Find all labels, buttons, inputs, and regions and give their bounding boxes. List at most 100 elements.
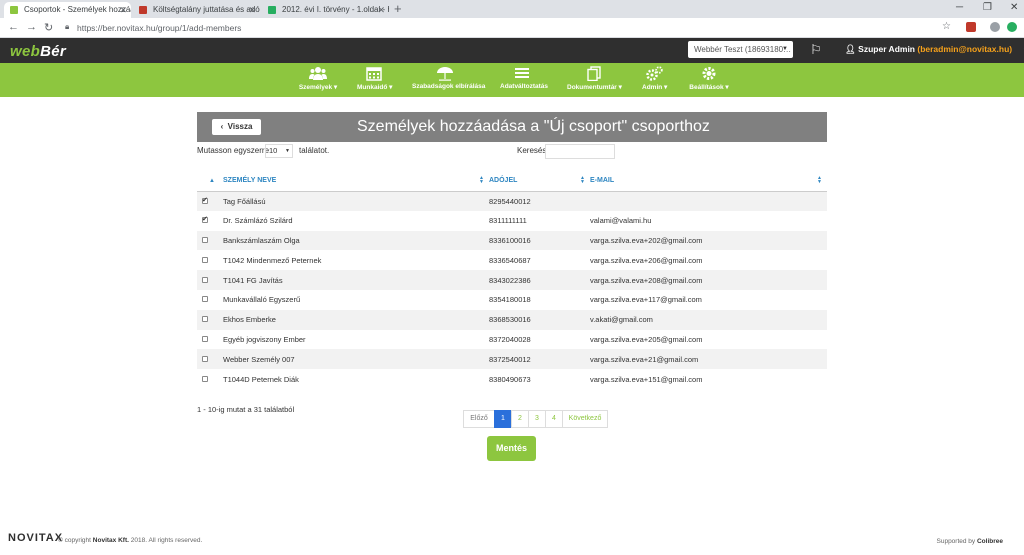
row-checkbox[interactable] xyxy=(202,276,208,283)
row-checkbox[interactable] xyxy=(202,375,208,382)
select-cell xyxy=(197,349,223,370)
column-header-tax[interactable]: ADÓJEL ▲ ▼ xyxy=(489,171,590,192)
extension-green-icon[interactable] xyxy=(1007,22,1017,32)
nav-item-dokumentumtár[interactable]: Dokumentumtár ▾ xyxy=(567,66,622,91)
row-checkbox[interactable] xyxy=(202,236,208,243)
umbrella-icon xyxy=(436,66,454,81)
select-column-header[interactable]: ▲ xyxy=(197,171,223,192)
sort-asc-icon: ▲ xyxy=(209,178,215,185)
cell-tax: 8311111111 xyxy=(489,216,527,226)
caret-down-icon: ▾ xyxy=(387,84,393,91)
forward-icon[interactable]: → xyxy=(26,21,37,33)
minimize-icon[interactable]: ─ xyxy=(956,2,963,13)
page-button[interactable]: 3 xyxy=(528,410,546,428)
nav-item-label: Szabadságok elbírálása xyxy=(412,83,485,90)
webber-logo[interactable]: webBér xyxy=(10,43,66,60)
user-email: (beradmin@novitax.hu) xyxy=(917,44,1013,54)
page-button[interactable]: 1 xyxy=(494,410,512,428)
search-input[interactable] xyxy=(545,144,615,159)
page-length-select[interactable]: 10 ▼ xyxy=(265,144,293,158)
save-button[interactable]: Mentés xyxy=(487,436,536,461)
close-tab-icon[interactable]: ✕ xyxy=(119,2,127,18)
nav-item-label: Adatváltoztatás xyxy=(500,83,548,90)
close-tab-icon[interactable]: ✕ xyxy=(377,2,385,18)
row-checkbox[interactable] xyxy=(202,335,208,342)
nav-item-adatváltoztatás[interactable]: Adatváltoztatás xyxy=(500,66,548,90)
table-row[interactable]: T1041 FG Javítás 8343022386 varga.szilva.e… xyxy=(197,270,827,290)
cell-name: T1041 FG Javítás xyxy=(223,270,489,290)
column-header-name[interactable]: SZEMÉLY NEVE ▲ ▼ xyxy=(223,171,489,192)
cell-email: varga.szilva.eva+117@gmail.com xyxy=(590,295,702,305)
table-row[interactable]: T1044D Peternek Diák 8380490673 varga.szil… xyxy=(197,369,827,389)
sort-icon: ▲ ▼ xyxy=(580,175,585,185)
browser-tab-title: 2012. évi I. törvény - 1.oldal - Ha xyxy=(282,5,389,14)
row-checkbox[interactable] xyxy=(202,316,208,323)
maximize-icon[interactable]: ❐ xyxy=(983,2,992,13)
cell-name: Munkavállaló Egyszerű xyxy=(223,295,301,305)
cell-email: varga.szilva.eva+202@gmail.com xyxy=(590,230,827,251)
footer-logo-text: NOVITAX xyxy=(8,532,64,544)
nav-item-szabadságok-elbírálása[interactable]: Szabadságok elbírálása xyxy=(412,66,485,90)
table-row[interactable]: Ekhos Emberke 8368530016 v.akati@gmail.com xyxy=(197,309,827,330)
row-checkbox[interactable] xyxy=(202,256,208,263)
browser-tab-title: Csoportok - Személyek hozzáadá xyxy=(24,5,131,14)
user-menu[interactable]: 👤︎ Szuper Admin (beradmin@novitax.hu) ▼ xyxy=(845,44,1024,55)
row-checkbox[interactable] xyxy=(202,355,208,362)
back-button[interactable]: ‹ Vissza xyxy=(212,119,261,135)
copyright-prefix: © copyright xyxy=(58,537,91,544)
nav-item-text: Szabadságok elbírálása xyxy=(412,83,486,90)
nav-item-text: Személyek xyxy=(298,84,333,91)
sort-icon: ▲ ▼ xyxy=(817,175,822,185)
table-row[interactable]: Munkavállaló Egyszerű 8354180018 varga.szi… xyxy=(197,290,827,310)
nav-item-személyek[interactable]: Személyek ▾ xyxy=(298,66,338,91)
company-select[interactable]: Webbér Teszt (18693180… ▼ xyxy=(688,41,793,58)
select-cell xyxy=(197,250,223,270)
table-row[interactable]: Bankszámlaszám Olga 8336100016 varga.szilv… xyxy=(197,230,827,251)
nav-item-munkaidő[interactable]: Munkaidő ▾ xyxy=(357,66,393,91)
cell-email: varga.szilva.eva+208@gmail.com xyxy=(590,270,827,290)
chevron-left-icon: ‹ xyxy=(220,122,228,131)
nav-item-beállítások[interactable]: Beállítások ▾ xyxy=(689,66,729,91)
select-cell xyxy=(197,211,223,231)
page-button[interactable]: 4 xyxy=(545,410,563,428)
documents-icon xyxy=(585,66,603,82)
profile-avatar-icon[interactable] xyxy=(990,22,1000,32)
close-tab-icon[interactable]: ✕ xyxy=(248,2,256,18)
table-row[interactable]: T1042 Mindenmező Peternek 8336540687 varga… xyxy=(197,250,827,270)
row-checkbox[interactable] xyxy=(202,296,208,303)
browser-tab[interactable]: Költségtalány juttatása és adóz ✕ xyxy=(133,2,260,18)
table-row[interactable]: Tag Főállású8295440012 xyxy=(197,191,827,211)
browser-tab[interactable]: 2012. évi I. törvény - 1.oldal - Ha ✕ xyxy=(262,2,389,18)
table-row[interactable]: Dr. Számlázó Szilárd 8311111111 valami@val… xyxy=(197,211,827,231)
nav-item-admin[interactable]: Admin ▾ xyxy=(642,66,667,91)
next-page-button[interactable]: Következő xyxy=(562,410,608,428)
bookmark-star-icon[interactable]: ☆ xyxy=(942,21,951,32)
supported-company[interactable]: Colibree xyxy=(977,538,1003,545)
table-row[interactable]: Webber Személy 007 8372540012 varga.szilva… xyxy=(197,349,827,370)
column-header-email-label: E-MAIL xyxy=(590,177,615,185)
cell-email: v.akati@gmail.com xyxy=(590,309,827,330)
column-header-email[interactable]: E-MAIL ▲ ▼ xyxy=(590,171,827,192)
extension-pdf-icon[interactable] xyxy=(966,22,976,32)
cell-tax: 8372040028 xyxy=(489,334,531,344)
new-tab-button[interactable]: + xyxy=(394,1,402,16)
gear-icon xyxy=(700,66,718,81)
back-icon[interactable]: ← xyxy=(8,21,19,33)
row-checkbox[interactable] xyxy=(202,215,208,224)
cell-email xyxy=(590,191,827,211)
gears-icon xyxy=(645,66,663,81)
pagination-info: 1 - 10-ig mutat a 31 találatból xyxy=(197,405,295,414)
url-field[interactable]: 🔒︎ https://ber.novitax.hu/group/1/add-me… xyxy=(61,20,961,36)
row-checkbox[interactable] xyxy=(202,196,208,204)
table-controls: Mutasson egyszerre 10 ▼ találatot. Keres… xyxy=(197,144,827,159)
cell-email: varga.szilva.eva+206@gmail.com xyxy=(590,255,703,265)
reload-icon[interactable]: ↻ xyxy=(44,21,53,34)
flag-icon[interactable]: ⚐ xyxy=(810,42,822,58)
browser-tab[interactable]: Csoportok - Személyek hozzáadá✕ xyxy=(4,2,131,18)
close-window-icon[interactable]: ✕ xyxy=(1010,2,1018,13)
column-header-name-label: SZEMÉLY NEVE xyxy=(223,177,277,185)
page-button[interactable]: 2 xyxy=(511,410,529,428)
page-title: Személyek hozzáadása a "Új csoport" csop… xyxy=(357,118,710,135)
table-row[interactable]: Egyéb jogviszony Ember 8372040028 varga.sz… xyxy=(197,330,827,350)
address-bar: ← → ↻ 🔒︎ https://ber.novitax.hu/group/1/… xyxy=(0,18,1024,38)
